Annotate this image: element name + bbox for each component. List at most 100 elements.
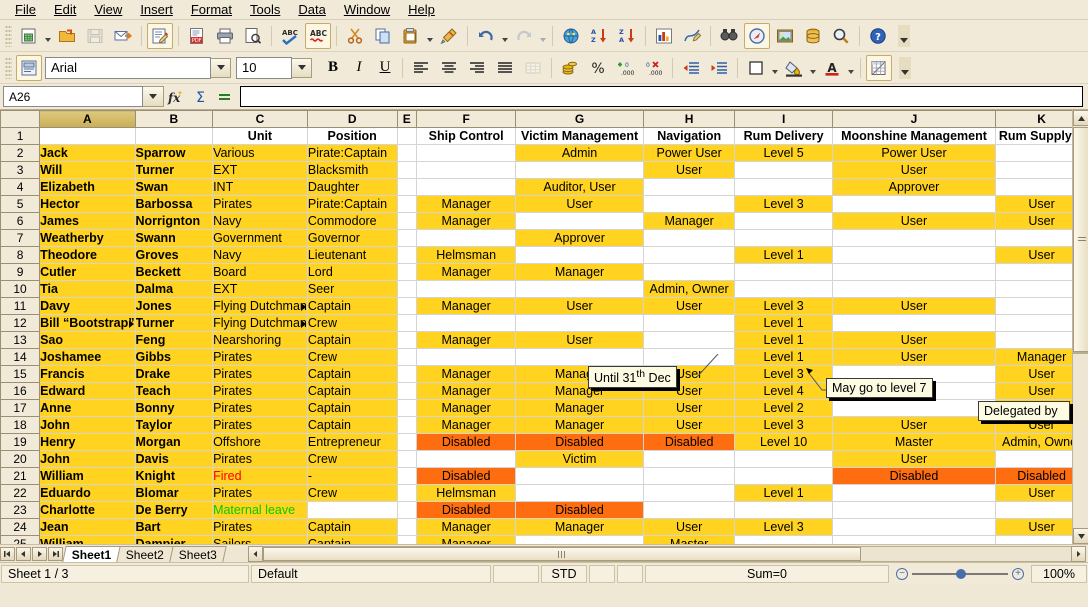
cell-i11[interactable]: Level 3 bbox=[735, 298, 832, 315]
menu-item-view[interactable]: View bbox=[85, 1, 131, 18]
row-header-25[interactable]: 25 bbox=[1, 536, 40, 545]
toolbar-grip[interactable] bbox=[5, 25, 12, 47]
cell-a15[interactable]: Francis bbox=[40, 366, 135, 383]
cell-h13[interactable] bbox=[643, 332, 735, 349]
cell-a18[interactable]: John bbox=[40, 417, 135, 434]
align-right-icon[interactable] bbox=[464, 55, 490, 81]
cell-a25[interactable]: William bbox=[40, 536, 135, 545]
formula-input-line[interactable] bbox=[240, 86, 1083, 107]
redo-dropdown-arrow[interactable] bbox=[538, 23, 548, 49]
name-box-dropdown-arrow[interactable] bbox=[143, 86, 164, 107]
cell-d13[interactable]: Captain bbox=[307, 332, 397, 349]
cell-a24[interactable]: Jean bbox=[40, 519, 135, 536]
row-header-7[interactable]: 7 bbox=[1, 230, 40, 247]
cell-c24[interactable]: Pirates bbox=[213, 519, 308, 536]
cell-e25[interactable] bbox=[397, 536, 417, 545]
borders-icon[interactable] bbox=[743, 55, 769, 81]
background-color-dropdown-arrow[interactable] bbox=[808, 55, 818, 81]
sort-ascending-icon[interactable]: AZ bbox=[586, 23, 612, 49]
sum-icon[interactable]: Σ bbox=[188, 86, 212, 108]
cell-j14[interactable]: User bbox=[832, 349, 995, 366]
cell-g13[interactable]: User bbox=[516, 332, 644, 349]
header-cell-c[interactable]: Unit bbox=[213, 128, 308, 145]
formatting-toolbar-grip[interactable] bbox=[5, 57, 12, 79]
merge-cells-icon[interactable] bbox=[520, 55, 546, 81]
align-center-icon[interactable] bbox=[436, 55, 462, 81]
row-header-14[interactable]: 14 bbox=[1, 349, 40, 366]
cell-h6[interactable]: Manager bbox=[643, 213, 735, 230]
cell-b21[interactable]: Knight bbox=[135, 468, 213, 485]
cell-g5[interactable]: User bbox=[516, 196, 644, 213]
toolbar-overflow-arrow[interactable] bbox=[898, 25, 910, 47]
cell-f22[interactable]: Helmsman bbox=[417, 485, 516, 502]
font-name-dropdown-arrow[interactable] bbox=[211, 58, 231, 78]
cell-b3[interactable]: Turner bbox=[135, 162, 213, 179]
vertical-scroll-thumb[interactable] bbox=[1073, 127, 1088, 352]
cell-d7[interactable]: Governor bbox=[307, 230, 397, 247]
header-cell-f[interactable]: Ship Control bbox=[417, 128, 516, 145]
cell-g3[interactable] bbox=[516, 162, 644, 179]
column-header-h[interactable]: H bbox=[643, 111, 735, 128]
cell-a10[interactable]: Tia bbox=[40, 281, 135, 298]
cell-h3[interactable]: User bbox=[643, 162, 735, 179]
cell-h24[interactable]: User bbox=[643, 519, 735, 536]
cell-f9[interactable]: Manager bbox=[417, 264, 516, 281]
cell-f18[interactable]: Manager bbox=[417, 417, 516, 434]
borders-dropdown-arrow[interactable] bbox=[770, 55, 780, 81]
add-decimal-icon[interactable]: 0.000 bbox=[613, 55, 639, 81]
header-cell-h[interactable]: Navigation bbox=[643, 128, 735, 145]
cell-i14[interactable]: Level 1 bbox=[735, 349, 832, 366]
cell-j11[interactable]: User bbox=[832, 298, 995, 315]
cell-f25[interactable]: Manager bbox=[417, 536, 516, 545]
font-color-dropdown-arrow[interactable] bbox=[846, 55, 856, 81]
status-digital-signature[interactable] bbox=[617, 565, 643, 583]
open-document-icon[interactable] bbox=[54, 23, 80, 49]
cell-d3[interactable]: Blacksmith bbox=[307, 162, 397, 179]
table-row[interactable]: 11DavyJonesFlying DutchmanCaptainManager… bbox=[1, 298, 1088, 315]
cell-a23[interactable]: Charlotte bbox=[40, 502, 135, 519]
table-row[interactable]: 9CutlerBeckettBoardLordManagerManager bbox=[1, 264, 1088, 281]
table-row[interactable]: 4ElizabethSwanINTDaughterAuditor, UserAp… bbox=[1, 179, 1088, 196]
cell-e7[interactable] bbox=[397, 230, 417, 247]
cell-g20[interactable]: Victim bbox=[516, 451, 644, 468]
cell-j25[interactable] bbox=[832, 536, 995, 545]
cell-e17[interactable] bbox=[397, 400, 417, 417]
cell-g24[interactable]: Manager bbox=[516, 519, 644, 536]
cell-c18[interactable]: Pirates bbox=[213, 417, 308, 434]
cell-i23[interactable] bbox=[735, 502, 832, 519]
cell-f21[interactable]: Disabled bbox=[417, 468, 516, 485]
cell-i13[interactable]: Level 1 bbox=[735, 332, 832, 349]
cell-f15[interactable]: Manager bbox=[417, 366, 516, 383]
sheet-table[interactable]: ABCDEFGHIJK1UnitPositionShip ControlVict… bbox=[0, 110, 1088, 544]
cell-f3[interactable] bbox=[417, 162, 516, 179]
cell-c11[interactable]: Flying Dutchman bbox=[213, 298, 308, 315]
cell-a14[interactable]: Joshamee bbox=[40, 349, 135, 366]
table-row[interactable]: 7WeatherbySwannGovernmentGovernorApprove… bbox=[1, 230, 1088, 247]
cell-d14[interactable]: Crew bbox=[307, 349, 397, 366]
export-pdf-icon[interactable]: PDF bbox=[184, 23, 210, 49]
clone-formatting-icon[interactable] bbox=[436, 23, 462, 49]
cell-b5[interactable]: Barbossa bbox=[135, 196, 213, 213]
cell-a11[interactable]: Davy bbox=[40, 298, 135, 315]
cell-b14[interactable]: Gibbs bbox=[135, 349, 213, 366]
cell-f7[interactable] bbox=[417, 230, 516, 247]
menu-item-window[interactable]: Window bbox=[335, 1, 399, 18]
row-header-10[interactable]: 10 bbox=[1, 281, 40, 298]
cell-i22[interactable]: Level 1 bbox=[735, 485, 832, 502]
cell-j21[interactable]: Disabled bbox=[832, 468, 995, 485]
cell-c8[interactable]: Navy bbox=[213, 247, 308, 264]
row-header-19[interactable]: 19 bbox=[1, 434, 40, 451]
cell-d23[interactable] bbox=[307, 502, 397, 519]
table-row[interactable]: 1UnitPositionShip ControlVictim Manageme… bbox=[1, 128, 1088, 145]
cell-a21[interactable]: William bbox=[40, 468, 135, 485]
cut-icon[interactable] bbox=[342, 23, 368, 49]
cell-f2[interactable] bbox=[417, 145, 516, 162]
cell-g21[interactable] bbox=[516, 468, 644, 485]
currency-format-icon[interactable] bbox=[557, 55, 583, 81]
cell-j23[interactable] bbox=[832, 502, 995, 519]
cell-f11[interactable]: Manager bbox=[417, 298, 516, 315]
cell-b8[interactable]: Groves bbox=[135, 247, 213, 264]
status-modified-flag[interactable] bbox=[589, 565, 615, 583]
cell-f13[interactable]: Manager bbox=[417, 332, 516, 349]
spelling-check-icon[interactable]: ABC bbox=[277, 23, 303, 49]
